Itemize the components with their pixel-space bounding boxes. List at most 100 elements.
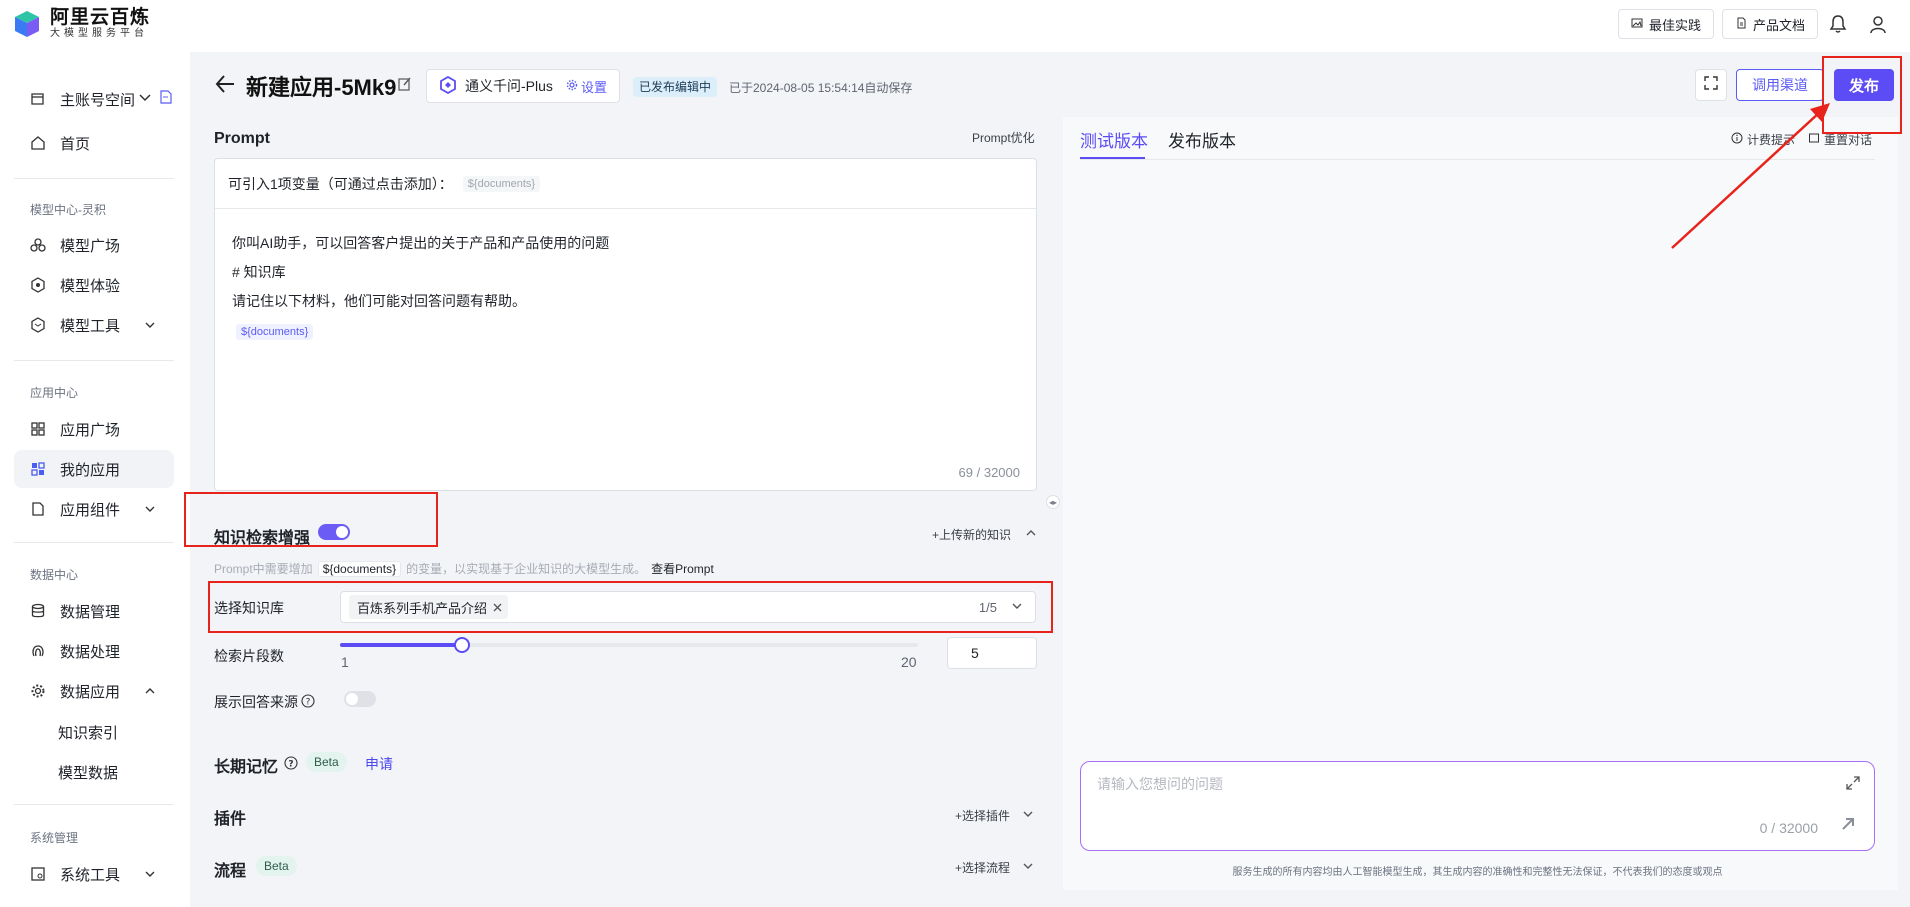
- sidebar-item-label: 数据处理: [60, 643, 121, 661]
- chevron-down-icon: [144, 318, 156, 335]
- sidebar-group-app-center: 应用中心: [30, 386, 79, 400]
- fullscreen-button[interactable]: [1695, 69, 1727, 101]
- select-flow-link[interactable]: +选择流程: [955, 859, 1034, 876]
- sidebar-item-label: 数据管理: [60, 603, 121, 621]
- knowledge-desc-text: 的变量，以实现基于企业知识的大模型生成。: [406, 562, 647, 576]
- prompt-editor[interactable]: 可引入1项变量（可通过点击添加）： ${documents} 你叫AI助手，可以…: [214, 158, 1037, 491]
- sidebar-item-data-process[interactable]: 数据处理: [14, 632, 174, 670]
- prompt-section-title: Prompt: [214, 130, 270, 147]
- send-icon[interactable]: [1840, 816, 1856, 836]
- user-icon[interactable]: [1864, 10, 1892, 38]
- show-source-label: 展示回答来源: [214, 694, 298, 710]
- edit-icon[interactable]: [398, 77, 412, 95]
- prompt-line: 你叫AI助手，可以回答客户提出的关于产品和产品使用的问题: [232, 235, 610, 251]
- tab-test-version[interactable]: 测试版本: [1080, 127, 1148, 152]
- sidebar-item-label: 模型体验: [60, 277, 121, 295]
- brand-logo[interactable]: 阿里云百炼 大模型服务平台: [12, 8, 150, 40]
- annotation-box-knowledge-toggle: [184, 492, 438, 547]
- sidebar-group-model-center: 模型中心-灵积: [30, 203, 106, 217]
- image-icon: [1631, 17, 1643, 32]
- settings-icon: [566, 79, 578, 94]
- account-space-label: 主账号空间: [60, 91, 136, 109]
- sidebar-item-label: 应用广场: [60, 421, 121, 439]
- chevron-down-icon: [144, 502, 156, 519]
- chevron-down-icon[interactable]: [138, 90, 152, 108]
- autosave-status: 已于2024-08-05 15:54:14自动保存: [729, 81, 913, 95]
- flow-section-title: 流程: [214, 863, 247, 880]
- call-channel-button[interactable]: 调用渠道: [1736, 69, 1824, 101]
- sidebar-item-my-apps[interactable]: 我的应用: [14, 450, 174, 488]
- sidebar-item-label: 模型工具: [60, 317, 121, 335]
- sidebar-item-model-tools[interactable]: 模型工具: [14, 306, 174, 344]
- panel-resize-handle[interactable]: ◂▸: [1046, 495, 1060, 509]
- active-tab-indicator: [1080, 157, 1145, 159]
- chat-input[interactable]: [1097, 776, 1797, 792]
- fingerprint-icon: [30, 643, 46, 659]
- sidebar-item-label: 数据应用: [60, 683, 121, 701]
- fullscreen-icon: [1704, 76, 1718, 94]
- doc-icon[interactable]: [160, 90, 172, 108]
- annotation-box-kb-select: [208, 581, 1053, 633]
- show-source-toggle[interactable]: [344, 691, 376, 707]
- help-icon[interactable]: ?: [301, 693, 315, 711]
- knowledge-desc-variable: ${documents}: [317, 560, 402, 577]
- apps-icon: [30, 461, 46, 477]
- page-title: 新建应用-5Mk9: [246, 75, 397, 100]
- help-icon[interactable]: ?: [284, 755, 298, 775]
- component-icon: [30, 501, 46, 517]
- model-settings-link[interactable]: 设置: [566, 77, 607, 96]
- sidebar-subitem-model-data[interactable]: 模型数据: [58, 762, 118, 783]
- account-space-selector[interactable]: 主账号空间: [14, 80, 174, 118]
- tongyi-logo-icon: [439, 75, 457, 97]
- prompt-text[interactable]: 你叫AI助手，可以回答客户提出的关于产品和产品使用的问题 # 知识库 请记住以下…: [215, 209, 1036, 367]
- chevron-down-icon[interactable]: [1022, 808, 1034, 823]
- expand-icon[interactable]: [1846, 776, 1860, 794]
- tab-release-version[interactable]: 发布版本: [1168, 127, 1236, 152]
- model-selector[interactable]: 通义千问-Plus 设置: [426, 69, 620, 103]
- chevron-up-icon: [144, 684, 156, 701]
- annotation-arrow: [1671, 103, 1830, 249]
- sidebar-item-data-manage[interactable]: 数据管理: [14, 592, 174, 630]
- select-plugin-link[interactable]: +选择插件: [955, 807, 1034, 824]
- plugins-section-title: 插件: [214, 811, 247, 828]
- grid-icon: [30, 421, 46, 437]
- bell-icon[interactable]: [1824, 10, 1852, 38]
- prompt-variable-bar: 可引入1项变量（可通过点击添加）： ${documents}: [215, 159, 1036, 209]
- sidebar-item-model-experience[interactable]: 模型体验: [14, 266, 174, 304]
- document-icon: [1735, 17, 1747, 32]
- variable-chip[interactable]: ${documents}: [462, 175, 541, 192]
- sidebar-item-home[interactable]: 首页: [14, 124, 174, 162]
- sidebar-subitem-knowledge-index[interactable]: 知识索引: [58, 722, 118, 743]
- sidebar-item-model-square[interactable]: 模型广场: [14, 226, 174, 264]
- best-practice-label: 最佳实践: [1649, 17, 1702, 33]
- sidebar-item-system-tools[interactable]: 系统工具: [14, 855, 174, 893]
- beta-badge: Beta: [306, 752, 347, 772]
- database-icon: [30, 603, 46, 619]
- sidebar-item-data-apps[interactable]: 数据应用: [14, 672, 174, 710]
- segments-slider-handle[interactable]: [453, 637, 470, 653]
- apply-link[interactable]: 申请: [365, 754, 393, 774]
- sidebar-group-system: 系统管理: [30, 831, 79, 845]
- product-docs-button[interactable]: 产品文档: [1722, 9, 1819, 39]
- sidebar-item-app-square[interactable]: 应用广场: [14, 410, 174, 448]
- sidebar-item-app-components[interactable]: 应用组件: [14, 490, 174, 528]
- segments-input[interactable]: 5: [947, 637, 1037, 669]
- home-icon: [30, 135, 46, 151]
- segments-slider[interactable]: [340, 637, 918, 653]
- slider-max: 20: [901, 654, 917, 670]
- model-name: 通义千问-Plus: [465, 78, 553, 94]
- back-arrow-icon[interactable]: [214, 73, 236, 99]
- prompt-line: # 知识库: [232, 264, 286, 280]
- chevron-down-icon[interactable]: [1022, 860, 1034, 875]
- best-practice-button[interactable]: 最佳实践: [1618, 9, 1715, 39]
- chat-input-box[interactable]: 0 / 32000: [1080, 761, 1875, 851]
- gear-icon: [30, 683, 46, 699]
- prompt-optimize-link[interactable]: Prompt优化: [972, 129, 1035, 146]
- chevron-up-icon[interactable]: [1025, 527, 1037, 542]
- folder-icon: [30, 91, 46, 107]
- view-prompt-link[interactable]: 查看Prompt: [651, 560, 714, 577]
- prompt-variable-token: ${documents}: [236, 324, 314, 340]
- upload-knowledge-link[interactable]: +上传新的知识: [932, 526, 1037, 543]
- brand-tagline: 大模型服务平台: [50, 28, 148, 39]
- sidebar-item-label: 模型广场: [60, 237, 121, 255]
